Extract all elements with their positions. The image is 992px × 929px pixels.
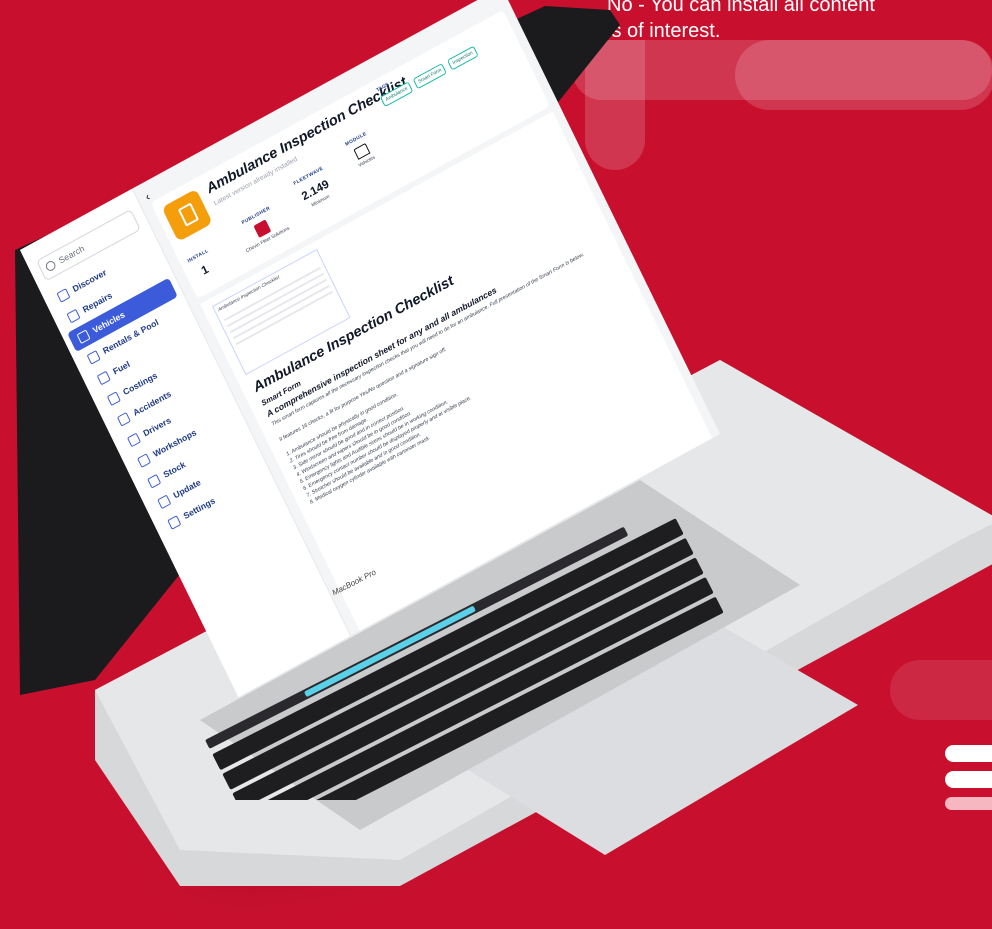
install-count: 1 — [199, 262, 211, 278]
gear-icon — [167, 514, 182, 530]
sidebar-item-label: Fuel — [111, 359, 132, 377]
wrench-icon — [66, 308, 81, 323]
star-icon — [56, 287, 71, 303]
building-icon — [136, 452, 151, 468]
money-icon — [106, 390, 121, 406]
menu-bars-graphic — [945, 745, 992, 819]
car-crash-icon — [116, 411, 131, 427]
keyboard — [205, 518, 724, 800]
app-icon — [161, 188, 213, 242]
box-icon — [146, 473, 161, 489]
tag-inspection[interactable]: Inspection — [447, 45, 479, 71]
back-button[interactable]: ‹ — [143, 190, 152, 204]
fleetwave-stat: FLEETWAVE 2.149 Minimum — [293, 166, 337, 212]
fuel-icon — [96, 370, 111, 385]
star-icon — [156, 494, 172, 509]
module-stat: MODULE Vehicles — [344, 131, 378, 170]
car-icon — [76, 328, 91, 344]
install-stat: INSTALL 1 — [187, 248, 218, 281]
tag-smart-form[interactable]: Smart Form — [412, 62, 448, 90]
person-icon — [126, 432, 141, 447]
key-icon — [86, 349, 101, 365]
sidebar-item-label: Stock — [161, 459, 188, 480]
publisher-stat: PUBLISHER Chevin Fleet Solutions — [233, 201, 291, 255]
search-placeholder: Search — [57, 243, 86, 266]
clipboard-icon — [177, 202, 200, 227]
search-icon — [44, 259, 58, 273]
